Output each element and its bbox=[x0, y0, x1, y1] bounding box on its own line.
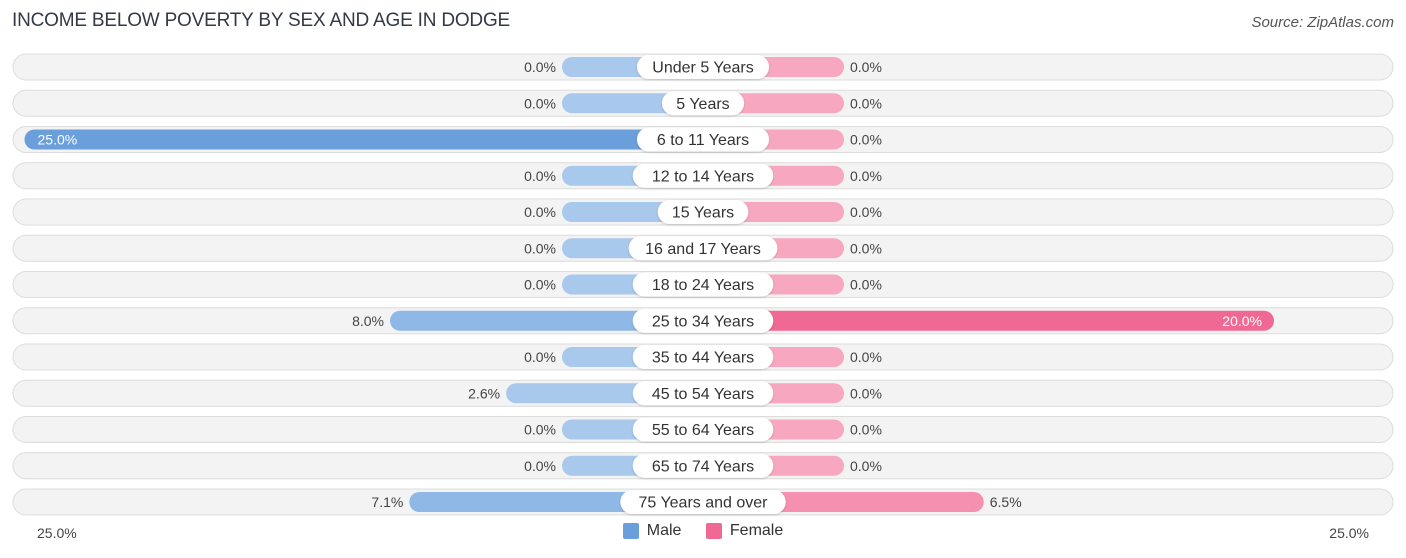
chart-canvas: Under 5 Years0.0% 0.0%5 Years0.0% 0.0%6 to… bbox=[12, 53, 1394, 516]
value-label-female: 0.0% bbox=[850, 240, 882, 256]
value-label-female: 0.0% bbox=[850, 168, 882, 184]
legend-item-male[interactable]: Male bbox=[622, 522, 682, 540]
category-label: 25 to 34 Years bbox=[652, 313, 754, 330]
value-label-female: 0.0% bbox=[850, 422, 882, 438]
category-label: 35 to 44 Years bbox=[652, 350, 754, 367]
category-label: 6 to 11 Years bbox=[657, 132, 749, 149]
category-label: 5 Years bbox=[676, 96, 729, 113]
chart-row: 55 to 64 Years 0.0% 0.0% bbox=[12, 416, 1394, 443]
legend-swatch-male bbox=[622, 523, 639, 539]
value-label-female: 0.0% bbox=[850, 277, 882, 293]
value-label-male: 25.0% bbox=[38, 132, 78, 148]
value-label-female: 0.0% bbox=[850, 95, 882, 111]
chart-row: 65 to 74 Years 0.0% 0.0% bbox=[12, 452, 1394, 480]
value-label-male: 0.0% bbox=[524, 95, 556, 111]
value-label-male: 0.0% bbox=[524, 168, 556, 184]
value-label-male: 0.0% bbox=[524, 277, 556, 293]
category-label: 15 Years bbox=[672, 205, 734, 222]
category-label: 75 Years and over bbox=[639, 495, 769, 512]
chart-row: 6 to 11 Years 25.0% 0.0% bbox=[12, 126, 1394, 153]
value-label-male: 2.6% bbox=[468, 385, 500, 401]
value-label-male: 0.0% bbox=[524, 422, 556, 438]
bar-male bbox=[24, 129, 703, 150]
value-label-female: 20.0% bbox=[1222, 313, 1262, 329]
value-label-male: 7.1% bbox=[371, 494, 403, 510]
chart-row: 15 Years 0.0% 0.0% bbox=[12, 198, 1394, 226]
category-label: 45 to 54 Years bbox=[652, 386, 754, 403]
value-label-male: 0.0% bbox=[524, 349, 556, 365]
value-label-female: 0.0% bbox=[850, 349, 882, 365]
chart-row: 75 Years and over 7.1% 6.5% bbox=[12, 488, 1394, 516]
category-label: 18 to 24 Years bbox=[652, 277, 754, 294]
chart-row: 5 Years 0.0% 0.0% bbox=[12, 89, 1394, 117]
category-label: 55 to 64 Years bbox=[652, 422, 754, 439]
value-label-male: 0.0% bbox=[524, 240, 556, 256]
chart-row: 45 to 54 Years 2.6% 0.0% bbox=[12, 379, 1394, 407]
value-label-female: 0.0% bbox=[850, 132, 882, 148]
legend-label-female: Female bbox=[729, 522, 784, 539]
chart-row: 25 to 34 Years 8.0% 20.0% bbox=[12, 307, 1394, 335]
chart-row: 18 to 24 Years 0.0% 0.0% bbox=[12, 271, 1394, 298]
category-label: Under 5 Years bbox=[652, 60, 753, 77]
category-label: 12 to 14 Years bbox=[652, 168, 754, 185]
value-label-female: 6.5% bbox=[990, 494, 1022, 510]
chart-row: Under 5 Years 0.0% 0.0% bbox=[12, 53, 1394, 81]
legend-label-male: Male bbox=[646, 522, 682, 539]
value-label-female: 0.0% bbox=[850, 458, 882, 474]
category-label: 16 and 17 Years bbox=[645, 241, 761, 258]
value-label-female: 0.0% bbox=[850, 59, 882, 75]
legend: Male Female bbox=[0, 522, 1406, 544]
chart-row: 12 to 14 Years 0.0% 0.0% bbox=[12, 162, 1394, 190]
value-label-female: 0.0% bbox=[850, 385, 882, 401]
bar-female bbox=[703, 310, 1274, 331]
value-label-male: 0.0% bbox=[524, 204, 556, 220]
value-label-female: 0.0% bbox=[850, 204, 882, 220]
chart-row: 35 to 44 Years 0.0% 0.0% bbox=[12, 343, 1394, 371]
category-label: 65 to 74 Years bbox=[652, 458, 754, 475]
chart-row: 16 and 17 Years 0.0% 0.0% bbox=[12, 234, 1394, 262]
value-label-male: 8.0% bbox=[352, 313, 384, 329]
legend-item-female[interactable]: Female bbox=[705, 522, 784, 540]
legend-swatch-female bbox=[705, 523, 722, 539]
value-label-male: 0.0% bbox=[524, 59, 556, 75]
value-label-male: 0.0% bbox=[524, 458, 556, 474]
